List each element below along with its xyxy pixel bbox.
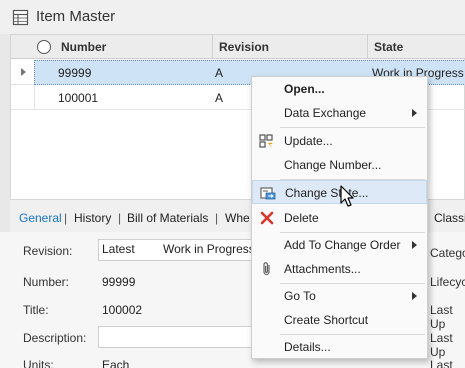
table-icon — [12, 9, 29, 26]
description-field[interactable] — [98, 326, 253, 348]
menu-item-label: Go To — [284, 289, 316, 303]
tab-separator: | — [118, 211, 122, 225]
tab-separator: | — [215, 211, 219, 225]
submenu-arrow-icon — [412, 109, 417, 117]
tab-bill-of-materials[interactable]: Bill of Materials — [127, 211, 208, 225]
menu-item-label: Update... — [284, 134, 333, 148]
current-row-indicator-icon — [21, 68, 26, 76]
window-title: Item Master — [36, 8, 116, 25]
delete-icon — [260, 211, 274, 225]
lifecycle-label: Lifecyc — [430, 275, 465, 289]
revision-state-value: Work in Progress — [163, 242, 255, 256]
menu-item-label: Details... — [284, 340, 331, 354]
column-header-number[interactable]: Number — [61, 40, 106, 54]
select-all-radio-icon[interactable] — [37, 40, 51, 54]
submenu-arrow-icon — [412, 292, 417, 300]
menu-item-label: Attachments... — [284, 262, 361, 276]
column-divider[interactable] — [367, 35, 368, 59]
menu-item-add-to-change-order[interactable]: Add To Change Order — [252, 233, 427, 257]
menu-item-open[interactable]: Open... — [252, 77, 427, 101]
submenu-arrow-icon — [412, 241, 417, 249]
tab-history[interactable]: History — [74, 211, 111, 225]
row-divider — [34, 85, 35, 110]
menu-item-details[interactable]: Details... — [252, 335, 427, 359]
menu-item-update[interactable]: Update... — [252, 129, 427, 153]
cell-number[interactable]: 100001 — [58, 91, 98, 105]
units-label: Units: — [23, 358, 54, 368]
cell-revision[interactable]: A — [215, 91, 223, 105]
mouse-pointer-icon — [340, 185, 354, 207]
menu-item-label: Data Exchange — [284, 106, 367, 120]
menu-item-delete[interactable]: Delete — [252, 206, 427, 230]
title-value[interactable]: 100002 — [102, 303, 142, 317]
menu-item-label: Change Number... — [284, 158, 382, 172]
column-header-revision[interactable]: Revision — [219, 40, 269, 54]
menu-item-label: Create Shortcut — [284, 313, 369, 327]
menu-item-create-shortcut[interactable]: Create Shortcut — [252, 308, 427, 332]
tab-where-used[interactable]: Whe — [225, 211, 250, 225]
context-menu: Open... Data Exchange Update... Change N… — [251, 76, 428, 359]
revision-value: Latest — [102, 242, 135, 256]
last-updated-label: Last Up — [430, 331, 453, 359]
number-label: Number: — [23, 275, 70, 289]
menu-item-attachments[interactable]: Attachments... — [252, 257, 427, 281]
column-divider[interactable] — [212, 35, 213, 59]
title-label: Title: — [23, 303, 49, 317]
update-icon — [259, 134, 273, 148]
menu-item-go-to[interactable]: Go To — [252, 284, 427, 308]
paperclip-icon — [263, 262, 270, 276]
units-value[interactable]: Each — [102, 358, 129, 368]
menu-separator — [280, 127, 425, 128]
menu-item-label: Add To Change Order — [284, 238, 401, 252]
tab-classification[interactable]: Classi — [434, 211, 465, 225]
cell-revision[interactable]: A — [215, 66, 223, 80]
description-label: Description: — [23, 331, 87, 345]
last-updated-label: Last Up — [430, 358, 453, 368]
menu-item-change-number[interactable]: Change Number... — [252, 153, 427, 177]
category-label: Catego — [430, 246, 465, 260]
column-header-state[interactable]: State — [374, 40, 403, 54]
last-updated-label: Last Up — [430, 303, 453, 331]
menu-item-label: Delete — [284, 211, 319, 225]
change-state-icon — [260, 187, 276, 200]
tab-separator: | — [64, 211, 68, 225]
menu-item-data-exchange[interactable]: Data Exchange — [252, 101, 427, 125]
revision-label: Revision: — [23, 244, 73, 258]
tab-general[interactable]: General — [19, 211, 62, 225]
title-bar: Item Master — [0, 0, 465, 34]
cell-number[interactable]: 99999 — [58, 66, 91, 80]
number-value[interactable]: 99999 — [102, 275, 135, 289]
menu-item-label: Open... — [284, 82, 325, 96]
grid-header: Number Revision State — [11, 35, 465, 59]
